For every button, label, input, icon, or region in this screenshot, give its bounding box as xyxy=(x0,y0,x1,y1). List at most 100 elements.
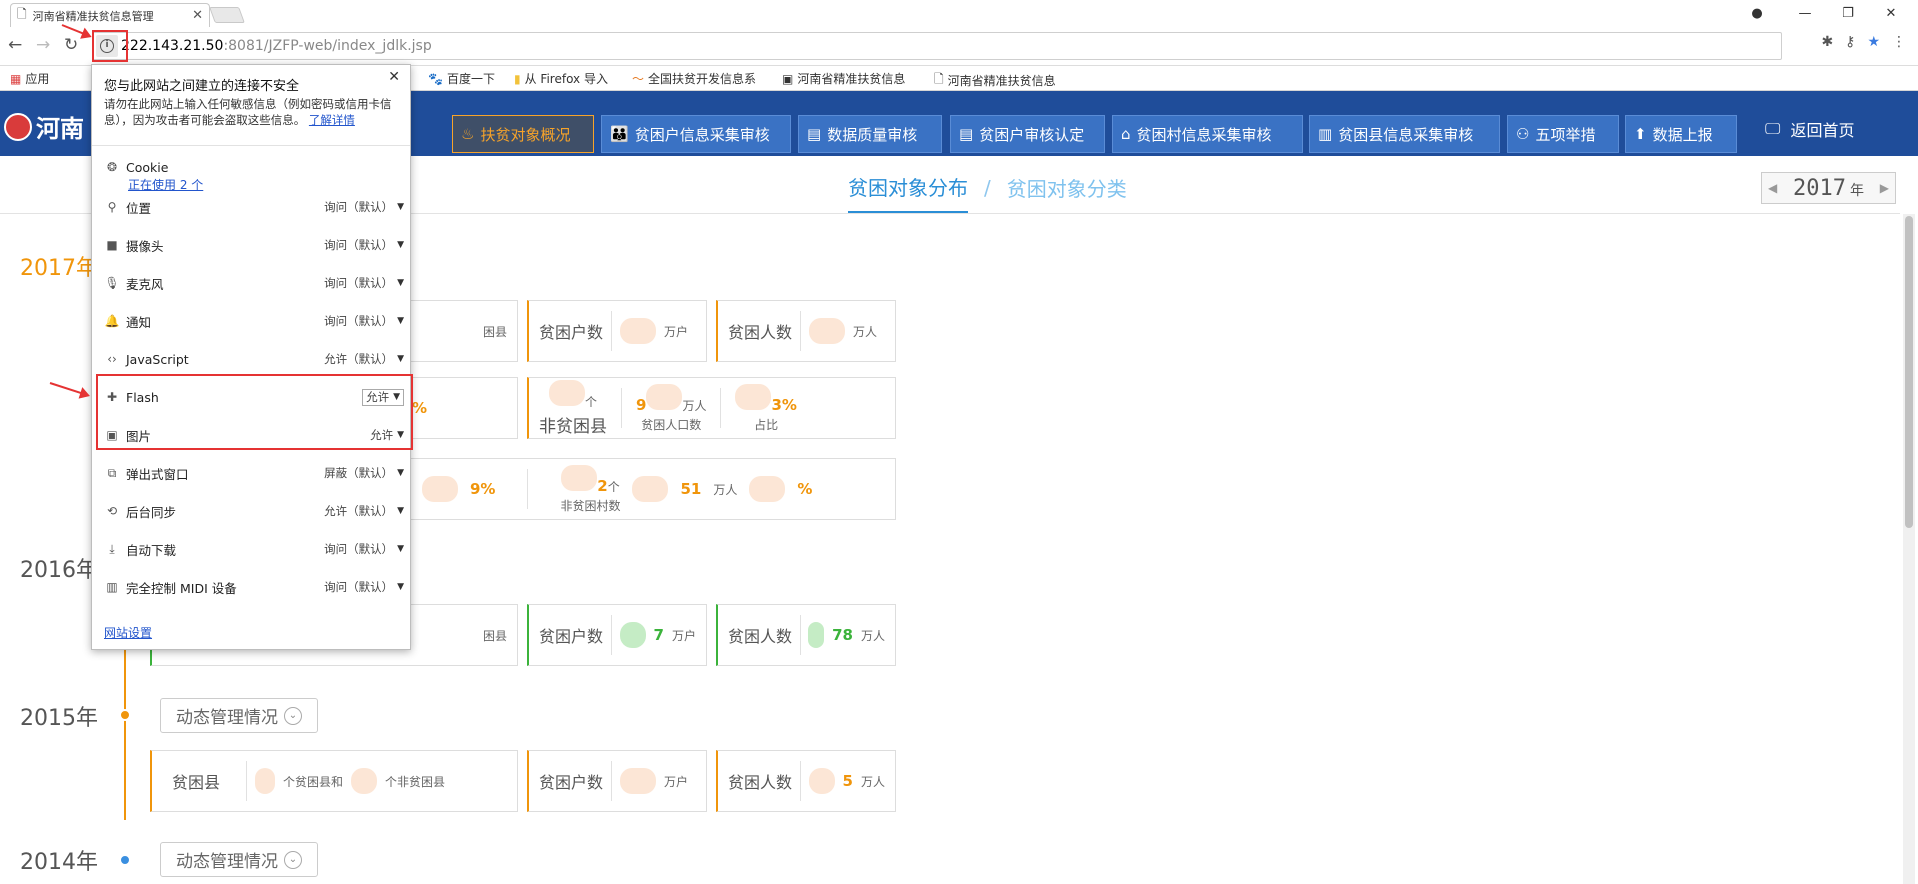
card-2016-households: 贫困户数 7 万户 xyxy=(527,604,707,666)
permission-camera[interactable]: ■ 摄像头 询问（默认） ▼ xyxy=(104,234,404,256)
value: 3% xyxy=(771,395,797,414)
permission-javascript[interactable]: ‹› JavaScript 允许（默认） ▼ xyxy=(104,348,404,370)
unit: 万人 xyxy=(853,324,878,339)
permission-select[interactable]: 询问（默认） ▼ xyxy=(324,275,404,291)
permission-location[interactable]: ⚲ 位置 询问（默认） ▼ xyxy=(104,196,404,218)
plugin-blocked-icon[interactable]: ✱ xyxy=(1821,34,1833,50)
timeline-dot-2014 xyxy=(119,854,131,866)
menu-icon[interactable]: ⋮ xyxy=(1892,34,1906,50)
redacted-value xyxy=(422,476,458,502)
new-tab-button[interactable] xyxy=(209,7,245,23)
permission-notifications[interactable]: 🔔 通知 询问（默认） ▼ xyxy=(104,310,404,332)
permission-select[interactable]: 询问（默认） ▼ xyxy=(324,541,404,557)
scrollbar-thumb[interactable] xyxy=(1905,216,1913,528)
value: 78 xyxy=(832,626,853,644)
bookmark-national-system[interactable]: 〜全国扶贫开发信息系 xyxy=(632,70,756,87)
minimize-icon[interactable]: — xyxy=(1790,2,1820,24)
reload-icon[interactable]: ↻ xyxy=(64,35,78,55)
url-host: 222.143.21.50 xyxy=(121,38,224,54)
profile-icon[interactable]: ● xyxy=(1742,2,1772,24)
forward-icon[interactable]: → xyxy=(36,35,50,55)
permission-auto-download[interactable]: ⤓ 自动下载 询问（默认） ▼ xyxy=(104,538,404,560)
year-picker[interactable]: ◀ 2017 年 ▶ xyxy=(1761,172,1896,204)
nav-household-verify[interactable]: ▤ 贫困户审核认定 xyxy=(950,115,1105,153)
permission-select[interactable]: 询问（默认） ▼ xyxy=(324,199,404,215)
nav-household-collect[interactable]: 👪 贫困户信息采集审核 xyxy=(601,115,791,153)
browser-tab[interactable]: 🗋 河南省精准扶贫信息管理 ✕ xyxy=(10,3,210,27)
permission-value: 询问（默认） xyxy=(324,542,394,556)
close-icon[interactable]: ✕ xyxy=(192,8,203,23)
camera-icon: ■ xyxy=(106,238,118,252)
nav-five-measures[interactable]: ⚇ 五项举措 xyxy=(1507,115,1619,153)
permission-popups[interactable]: ⧉ 弹出式窗口 屏蔽（默认） ▼ xyxy=(104,462,404,484)
address-bar[interactable]: i 222.143.21.50:8081/JZFP-web/index_jdlk… xyxy=(92,32,1782,60)
cookie-icon: ❂ xyxy=(106,160,118,174)
permission-midi[interactable]: ▥ 完全控制 MIDI 设备 询问（默认） ▼ xyxy=(104,576,404,598)
tab-distribution[interactable]: 贫困对象分布 xyxy=(848,172,968,213)
location-pin-icon: ⚲ xyxy=(107,200,117,214)
connection-warning-title: 您与此网站之间建立的连接不安全 xyxy=(104,79,300,94)
close-icon[interactable]: ✕ xyxy=(388,69,400,85)
permission-value: 询问（默认） xyxy=(324,314,394,328)
redacted-value xyxy=(620,318,657,344)
redacted-value xyxy=(548,379,585,406)
back-icon[interactable]: ← xyxy=(8,35,22,55)
unit: 万人 xyxy=(860,628,885,643)
value: 7 xyxy=(653,626,664,644)
permission-select[interactable]: 询问（默认） ▼ xyxy=(324,579,404,595)
permission-microphone[interactable]: 🎙 麦克风 询问（默认） ▼ xyxy=(104,272,404,294)
nav-data-report[interactable]: ⬆ 数据上报 xyxy=(1625,115,1737,153)
prev-year-icon[interactable]: ◀ xyxy=(1768,181,1777,195)
bookmark-baidu[interactable]: 🐾 百度一下 xyxy=(428,70,495,87)
permission-background-sync[interactable]: ⟲ 后台同步 允许（默认） ▼ xyxy=(104,500,404,522)
caret-down-icon: ▼ xyxy=(397,506,404,516)
dynamic-management-button-2014[interactable]: 动态管理情况 ⌄ xyxy=(160,842,318,877)
key-icon[interactable]: ⚷ xyxy=(1845,34,1855,50)
close-window-icon[interactable]: ✕ xyxy=(1876,2,1906,24)
unit: 个 xyxy=(584,394,597,409)
site-icon: 〜 xyxy=(632,72,645,86)
divider xyxy=(92,145,410,146)
bookmark-firefox-import[interactable]: ▮ 从 Firefox 导入 xyxy=(514,70,608,87)
permission-value: 询问（默认） xyxy=(324,580,394,594)
restore-icon[interactable]: ❐ xyxy=(1833,2,1863,24)
label: 贫困人数 xyxy=(728,323,793,342)
site-logo[interactable]: 河南 xyxy=(4,109,84,144)
nav-data-quality[interactable]: ▤ 数据质量审核 xyxy=(798,115,942,153)
tab-classification[interactable]: 贫困对象分类 xyxy=(1007,173,1127,212)
permission-select[interactable]: 询问（默认） ▼ xyxy=(324,313,404,329)
unit: 万户 xyxy=(664,324,689,339)
url-text[interactable]: 222.143.21.50:8081/JZFP-web/index_jdlk.j… xyxy=(121,38,432,54)
permission-select[interactable]: 询问（默认） ▼ xyxy=(324,237,404,253)
nav-village-collect[interactable]: ⌂ 贫困村信息采集审核 xyxy=(1112,115,1303,153)
star-icon[interactable]: ★ xyxy=(1867,34,1880,50)
caret-down-icon: ▼ xyxy=(397,316,404,326)
card-2017-non-poor-county: 个非贫困县 9 万人 贫困人口数 3% 占比 xyxy=(527,377,896,439)
redacted-value xyxy=(646,383,683,410)
timeline-dot-2015 xyxy=(119,709,131,721)
building-icon: ▥ xyxy=(1318,125,1333,143)
timeline-line-2015 xyxy=(124,640,126,820)
col-population: 9 万人 贫困人口数 xyxy=(636,383,706,433)
popup-blocked-icon: ⧉ xyxy=(107,465,117,480)
cookies-in-use-link[interactable]: 正在使用 2 个 xyxy=(128,176,203,193)
label: 贫困人数 xyxy=(728,627,793,646)
learn-more-link[interactable]: 了解详情 xyxy=(309,113,355,127)
permission-select[interactable]: 屏蔽（默认） ▼ xyxy=(324,465,404,481)
unit: 个贫困县和 xyxy=(283,774,344,789)
folder-icon: ▮ xyxy=(514,71,521,86)
permission-select[interactable]: 允许（默认） ▼ xyxy=(324,351,404,367)
permission-select[interactable]: 允许（默认） ▼ xyxy=(324,503,404,519)
nav-county-collect[interactable]: ▥ 贫困县信息采集审核 xyxy=(1309,115,1500,153)
dynamic-management-button-2015[interactable]: 动态管理情况 ⌄ xyxy=(160,698,318,733)
separator xyxy=(800,761,801,801)
next-year-icon[interactable]: ▶ xyxy=(1880,181,1889,195)
home-link[interactable]: 🖵 返回首页 xyxy=(1765,117,1854,141)
apps-icon: ▦ xyxy=(10,71,22,86)
year-label-2017: 2017年 xyxy=(20,256,98,281)
bookmark-apps[interactable]: ▦ 应用 xyxy=(10,70,49,87)
bookmark-henan-1[interactable]: ▣ 河南省精准扶贫信息 xyxy=(782,70,905,87)
bookmark-henan-2[interactable]: 🗋 河南省精准扶贫信息 xyxy=(934,70,1056,91)
nav-overview[interactable]: ♨ 扶贫对象概况 xyxy=(452,115,594,153)
site-settings-link[interactable]: 网站设置 xyxy=(104,624,152,641)
